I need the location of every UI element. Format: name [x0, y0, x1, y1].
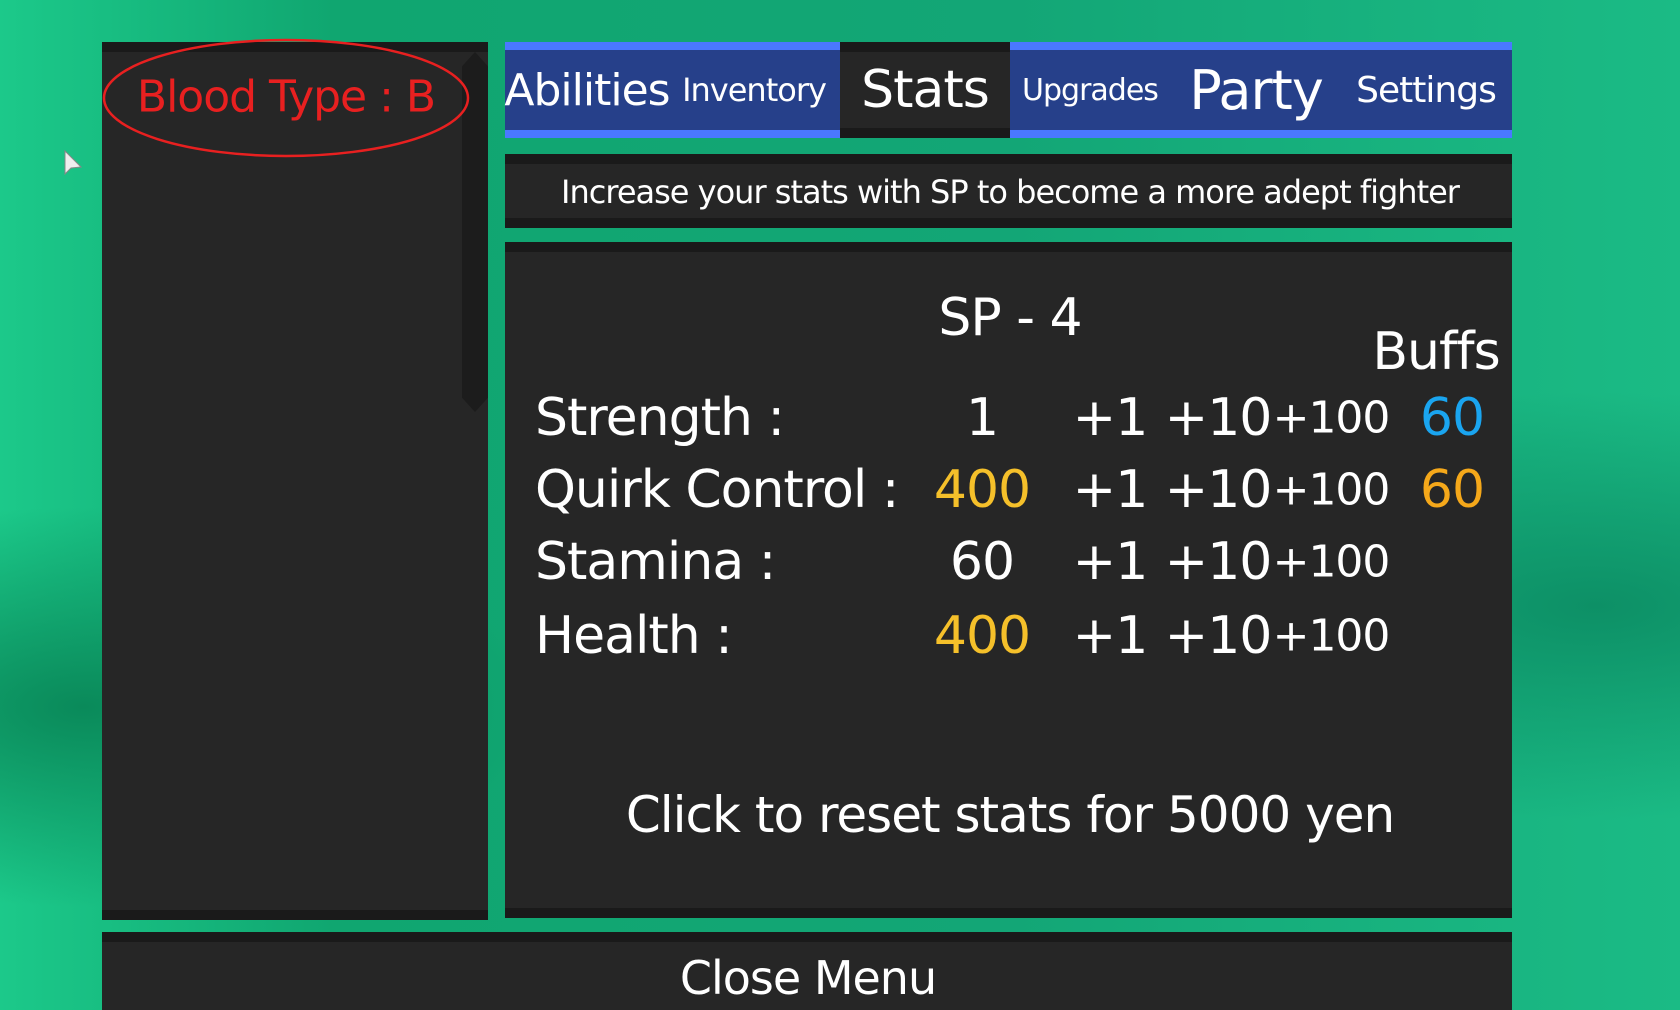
add-1-button[interactable]: +1 — [1073, 460, 1149, 520]
stat-value: 60 — [949, 532, 1015, 592]
add-100-button[interactable]: +100 — [1273, 465, 1391, 516]
stat-buff: 60 — [1419, 388, 1485, 448]
tab-party[interactable]: Party — [1186, 50, 1326, 130]
tab-abilities[interactable]: Abilities — [504, 50, 670, 130]
side-panel — [102, 42, 488, 920]
cursor-icon — [64, 150, 83, 176]
add-10-button[interactable]: +10 — [1165, 388, 1273, 448]
add-10-button[interactable]: +10 — [1165, 460, 1273, 520]
stat-label: Quirk Control : — [535, 460, 899, 520]
stat-value: 400 — [933, 460, 1031, 520]
stat-value: 1 — [965, 388, 999, 448]
reset-stats-button[interactable]: Click to reset stats for 5000 yen — [626, 786, 1395, 844]
stat-label: Strength : — [535, 388, 785, 448]
description-text: Increase your stats with SP to become a … — [561, 173, 1460, 211]
stat-value: 400 — [933, 606, 1031, 666]
close-menu-label[interactable]: Close Menu — [680, 951, 937, 1005]
tab-upgrades[interactable]: Upgrades — [1012, 50, 1168, 130]
add-1-button[interactable]: +1 — [1073, 388, 1149, 448]
stat-label: Health : — [535, 606, 733, 666]
add-100-button[interactable]: +100 — [1273, 537, 1391, 588]
add-1-button[interactable]: +1 — [1073, 606, 1149, 666]
sp-counter: SP - 4 — [938, 288, 1082, 348]
buffs-header: Buffs — [1372, 322, 1500, 382]
tab-inventory[interactable]: Inventory — [676, 50, 832, 130]
blood-type-label: Blood Type : B — [136, 71, 436, 123]
add-1-button[interactable]: +1 — [1073, 532, 1149, 592]
tab-settings[interactable]: Settings — [1346, 50, 1506, 130]
add-100-button[interactable]: +100 — [1273, 611, 1391, 662]
stat-buff: 60 — [1419, 460, 1485, 520]
tab-stats[interactable]: Stats — [840, 50, 1010, 130]
stat-label: Stamina : — [535, 532, 776, 592]
add-10-button[interactable]: +10 — [1165, 606, 1273, 666]
add-10-button[interactable]: +10 — [1165, 532, 1273, 592]
add-100-button[interactable]: +100 — [1273, 393, 1391, 444]
